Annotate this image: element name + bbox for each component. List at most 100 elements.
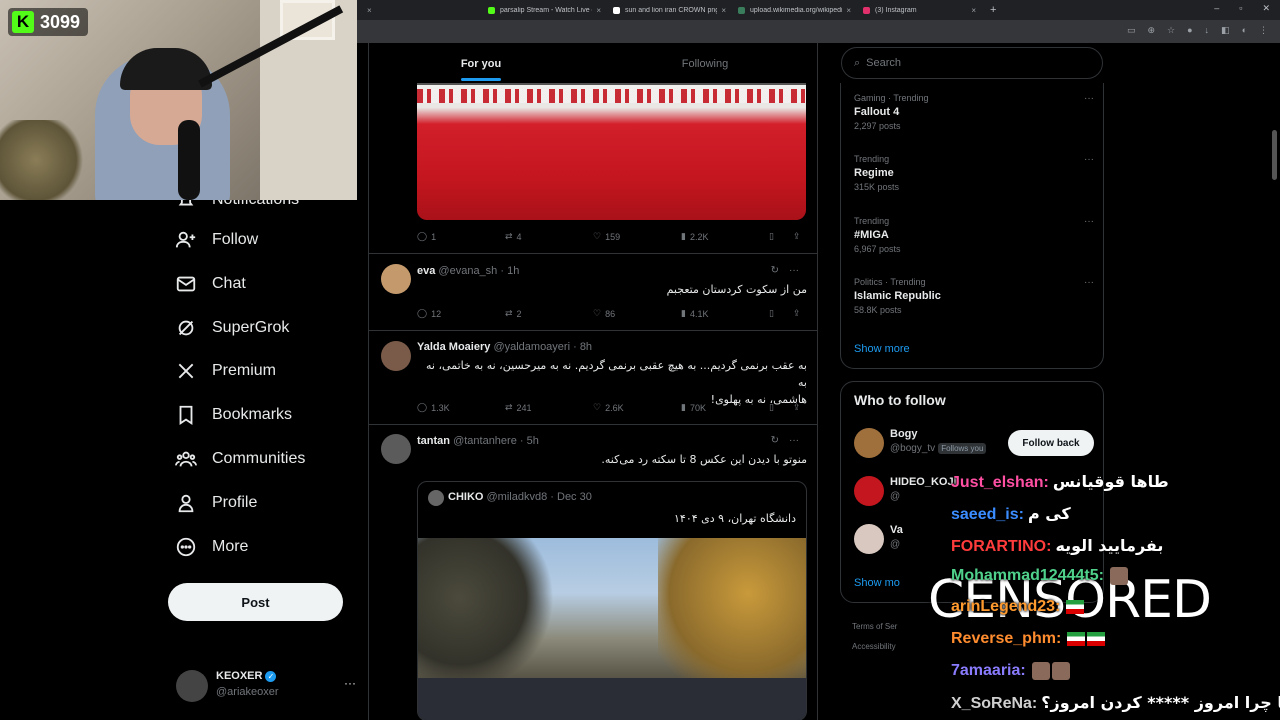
post-button[interactable]: Post	[168, 583, 343, 621]
tweet-time[interactable]: · 5h	[520, 435, 539, 447]
bookmark-button[interactable]: ▯	[769, 308, 774, 319]
reply-icon: ◯	[417, 231, 428, 241]
author-handle[interactable]: @evana_sh	[438, 265, 497, 277]
account-more-icon[interactable]: ···	[344, 676, 356, 690]
browser-tab-active[interactable]: (3) Instagram ×	[857, 1, 982, 19]
chat-message: FORARTINO: بفرمایید الویه	[951, 536, 1163, 556]
reply-button[interactable]: ◯ 1	[417, 231, 436, 242]
close-tab-icon[interactable]: ×	[846, 6, 851, 15]
tab-title: sun and lion iran CROWN png	[625, 6, 718, 14]
minimize-icon[interactable]: –	[1214, 3, 1219, 14]
account-switcher[interactable]: KEOXER ✓ @ariakeoxer ···	[176, 668, 356, 708]
nav-bookmarks[interactable]: Bookmarks	[174, 403, 292, 427]
search-input[interactable]: ⌕ Search	[841, 47, 1103, 79]
close-tab-icon[interactable]: ×	[367, 6, 372, 15]
follow-suggestion[interactable]: Bogy @bogy_tv Follows you Follow back	[854, 428, 1094, 464]
trends-panel: Gaming · Trending Fallout 4 2,297 posts …	[840, 83, 1104, 369]
more-icon[interactable]: ···	[789, 265, 799, 276]
trend-posts: 315K posts	[854, 182, 900, 192]
author-name[interactable]: eva	[417, 265, 435, 277]
zoom-icon[interactable]: ⊕	[1147, 25, 1155, 36]
trend-item[interactable]: Trending #MIGA 6,967 posts ···	[854, 216, 1094, 254]
kebab-menu-icon[interactable]: ⋮	[1259, 25, 1268, 36]
accessibility-link[interactable]: Accessibility	[852, 637, 897, 657]
like-button[interactable]: ♡ 2.6K	[593, 402, 624, 413]
show-more-link[interactable]: Show more	[854, 343, 910, 355]
author-handle[interactable]: @tantanhere	[453, 435, 517, 447]
trend-item[interactable]: Trending Regime 315K posts ···	[854, 154, 1094, 192]
cast-icon[interactable]: ▭	[1127, 25, 1136, 36]
reply-button[interactable]: ◯ 1.3K	[417, 402, 450, 413]
new-tab-button[interactable]: +	[990, 4, 996, 16]
browser-tab[interactable]: sun and lion iran CROWN png ×	[607, 1, 732, 19]
follow-back-button[interactable]: Follow back	[1008, 430, 1094, 456]
share-button[interactable]: ⇪	[793, 402, 801, 413]
close-tab-icon[interactable]: ×	[596, 6, 601, 15]
download-icon[interactable]: ↓	[1205, 25, 1210, 36]
author-handle[interactable]: @yaldamoayeri	[493, 341, 570, 353]
bookmark-button[interactable]: ▯	[769, 231, 774, 242]
close-tab-icon[interactable]: ×	[971, 6, 976, 15]
more-icon[interactable]: ···	[1084, 277, 1094, 288]
more-icon[interactable]: ···	[1084, 216, 1094, 227]
close-tab-icon[interactable]: ×	[721, 6, 726, 15]
iran-flag-image[interactable]	[417, 83, 806, 220]
star-icon[interactable]: ☆	[1167, 25, 1175, 36]
grok-icon[interactable]: ↻	[771, 265, 779, 276]
nav-supergrok[interactable]: SuperGrok	[174, 316, 289, 340]
more-icon[interactable]: ···	[1084, 154, 1094, 165]
chat-emote-icon	[1051, 662, 1070, 680]
share-button[interactable]: ⇪	[793, 231, 801, 242]
tab-following[interactable]: Following	[593, 43, 817, 85]
bookmark-button[interactable]: ▯	[769, 402, 774, 413]
show-more-link[interactable]: Show mo	[854, 577, 900, 589]
nav-chat[interactable]: Chat	[174, 272, 246, 296]
browser-tab[interactable]: upload.wikimedia.org/wikipedi ×	[732, 1, 857, 19]
author-name[interactable]: Yalda Moaiery	[417, 341, 490, 353]
nav-more[interactable]: More	[174, 535, 248, 559]
share-button[interactable]: ⇪	[793, 308, 801, 319]
reply-button[interactable]: ◯ 12	[417, 308, 441, 319]
chat-message: X_SoReNa:تهرانیا چرا امروز ***** کردن ام…	[951, 693, 1280, 713]
people-icon	[174, 447, 198, 471]
repost-count: 2	[516, 308, 522, 319]
views-button[interactable]: ▮ 70K	[681, 402, 706, 413]
trend-item[interactable]: Gaming · Trending Fallout 4 2,297 posts …	[854, 93, 1094, 131]
extension-icon[interactable]: ●	[1187, 25, 1192, 36]
page-scrollbar[interactable]	[1272, 130, 1277, 180]
browser-tab[interactable]: parsalip Stream - Watch Live o ×	[482, 1, 607, 19]
puzzle-icon[interactable]: ◧	[1221, 25, 1230, 36]
grok-icon[interactable]: ↻	[771, 435, 779, 446]
avatar[interactable]	[381, 341, 411, 371]
views-button[interactable]: ▮ 4.1K	[681, 308, 708, 319]
more-icon[interactable]: ···	[789, 435, 799, 446]
views-button[interactable]: ▮ 2.2K	[681, 231, 708, 242]
close-window-icon[interactable]: ✕	[1262, 3, 1270, 14]
nav-communities[interactable]: Communities	[174, 447, 305, 471]
chat-message: Just_elshan: طاها قوقیانس	[951, 472, 1169, 492]
quoted-tweet[interactable]: CHIKO @miladkvd8 · Dec 30 دانشگاه تهران،…	[417, 481, 807, 720]
repost-button[interactable]: ⇄ 2	[505, 308, 522, 319]
repost-button[interactable]: ⇄ 241	[505, 402, 532, 413]
like-button[interactable]: ♡ 86	[593, 308, 615, 319]
tweet-time[interactable]: · 1h	[500, 265, 519, 277]
terms-link[interactable]: Terms of Ser	[852, 617, 897, 637]
maximize-icon[interactable]: ▫	[1239, 3, 1242, 14]
more-icon[interactable]: ···	[1084, 93, 1094, 104]
author-name[interactable]: tantan	[417, 435, 450, 447]
avatar[interactable]	[381, 434, 411, 464]
trend-context: Gaming · Trending	[854, 93, 929, 103]
like-button[interactable]: ♡ 159	[593, 231, 620, 242]
nav-premium[interactable]: Premium	[174, 359, 276, 383]
trend-item[interactable]: Politics · Trending Islamic Republic 58.…	[854, 277, 1094, 315]
browser-tab[interactable]: ×	[357, 1, 482, 19]
nav-follow[interactable]: Follow	[174, 228, 258, 252]
tab-for-you[interactable]: For you	[369, 43, 593, 85]
nav-label: Profile	[212, 494, 258, 511]
profile-icon[interactable]: ◐	[1242, 25, 1247, 36]
repost-button[interactable]: ⇄ 4	[505, 231, 522, 242]
tweet-time[interactable]: · 8h	[573, 341, 592, 353]
nav-profile[interactable]: Profile	[174, 491, 257, 515]
tehran-university-photo[interactable]	[418, 538, 806, 720]
avatar[interactable]	[381, 264, 411, 294]
